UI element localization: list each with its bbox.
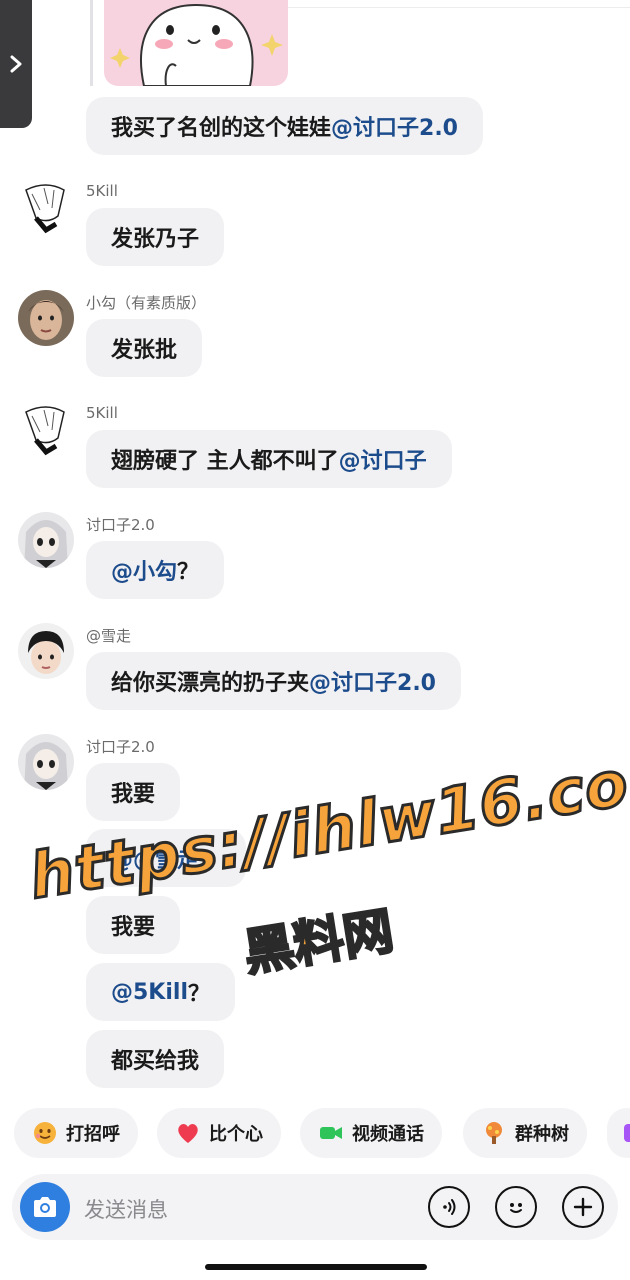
side-panel-toggle[interactable] [0,0,32,128]
heart-icon [175,1120,201,1146]
quick-action-more[interactable] [607,1108,630,1158]
sender-name: 5Kill [86,404,118,422]
quick-action-label: 视频通话 [352,1124,424,1145]
sender-name: 讨口子2.0 [86,516,155,534]
mention-link[interactable]: @5Kill [111,980,188,1005]
divider [288,7,630,8]
message-text: 我要 [111,915,156,940]
message-text: 我要 [111,782,156,807]
mention-link[interactable]: @@雪走 [111,842,199,874]
emoji-face-icon [510,1203,522,1213]
message-text: ？ [199,848,222,873]
mention-link[interactable]: @讨口子 [339,443,427,475]
emoji-button[interactable] [495,1186,537,1228]
wave-emoji-icon [32,1120,58,1146]
mention-link[interactable]: @讨口子2.0 [331,110,458,142]
message-text: ？ [187,982,210,1007]
message-bubble[interactable]: 我买了名创的这个娃娃 @讨口子2.0 [86,97,483,155]
sticker-image[interactable] [104,0,288,86]
video-camera-icon [318,1120,344,1146]
message-bubble[interactable]: 我要 [86,763,181,821]
voice-button[interactable] [428,1186,470,1228]
sender-name: 小勾（有素质版） [86,294,207,312]
message-text: 给你买漂亮的扔子夹 [111,671,310,696]
avatar[interactable] [18,180,74,236]
avatar[interactable] [18,734,74,790]
avatar[interactable] [18,512,74,568]
message-bubble[interactable]: 给你买漂亮的扔子夹 @讨口子2.0 [86,652,461,710]
quick-action-label: 打招呼 [66,1124,120,1145]
quick-action-video-call[interactable]: 视频通话 [300,1108,442,1158]
app-icon [621,1120,630,1146]
quick-actions-bar: 打招呼 比个心 视频通话 群种树 [0,1108,630,1160]
camera-icon [34,1197,56,1217]
message-text: 发张乃子 [111,227,200,252]
voice-wave-icon [443,1199,456,1215]
mention-link[interactable]: @小勾 [111,554,177,586]
avatar[interactable] [18,402,74,458]
message-bubble[interactable]: @5Kill？ [86,963,235,1021]
message-bubble[interactable]: 我要 [86,896,181,954]
message-bubble[interactable]: @小勾？ [86,541,225,599]
quick-action-greet[interactable]: 打招呼 [14,1108,138,1158]
quick-action-tree[interactable]: 群种树 [463,1108,587,1158]
quick-action-label: 比个心 [209,1124,263,1145]
avatar[interactable] [18,623,74,679]
message-bubble[interactable]: 发张批 [86,319,203,377]
camera-button[interactable] [20,1182,70,1232]
sender-name: @雪走 [86,627,132,645]
message-bubble[interactable]: 发张乃子 [86,208,225,266]
quick-action-heart[interactable]: 比个心 [157,1108,281,1158]
message-text: 都买给我 [111,1049,200,1074]
message-text: 我买了名创的这个娃娃 [111,116,332,141]
message-text: 发张批 [111,338,178,363]
avatar[interactable] [18,290,74,346]
message-bubble[interactable]: 翅膀硬了 主人都不叫了 @讨口子 [86,430,452,488]
more-button[interactable] [562,1186,604,1228]
mention-link[interactable]: @讨口子2.0 [309,665,436,697]
quote-divider [90,0,93,86]
message-text: 翅膀硬了 主人都不叫了 [111,449,339,474]
message-bubble[interactable]: @@雪走？ [86,829,247,887]
plus-icon [573,1197,593,1217]
message-input-bar: 发送消息 [12,1174,618,1240]
sender-name: 5Kill [86,182,118,200]
message-input[interactable]: 发送消息 [84,1194,168,1224]
sender-name: 讨口子2.0 [86,738,155,756]
watermark-text: 黑料网 [239,900,399,983]
message-text: ？ [177,560,200,585]
message-bubble[interactable]: 都买给我 [86,1030,225,1088]
home-indicator [205,1264,427,1270]
tree-icon [481,1120,507,1146]
quick-action-label: 群种树 [515,1124,569,1145]
chevron-right-icon [10,55,22,73]
